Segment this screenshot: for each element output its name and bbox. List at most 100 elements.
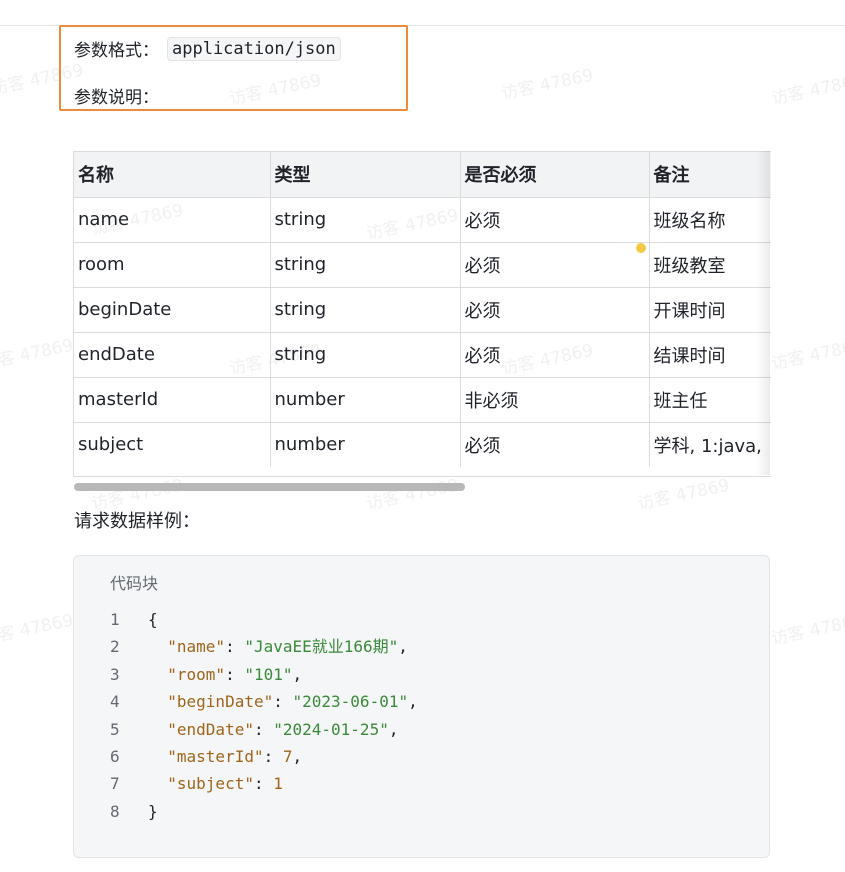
json-string: "101" [244,664,293,684]
watermark: 访客 47869 [364,475,461,515]
code-text: } [148,798,158,825]
table-row: subject number 必须 学科, 1:java, [74,422,771,467]
code-block-title: 代码块 [110,574,159,593]
table-cell: masterId [74,377,271,423]
json-punct: : [225,637,245,657]
table-cell: string [270,287,461,333]
watermark: 访客 47869 [499,65,596,105]
comment-marker-icon[interactable] [636,243,646,253]
table-row: room string 必须 班级教室 [74,242,771,288]
code-text: { [148,606,158,633]
watermark: 访客 47869 [769,610,845,650]
table-cell: endDate [74,332,271,378]
json-punct: , [292,747,303,766]
json-string: "2023-06-01" [292,692,409,712]
table-cell: 必须 [460,197,650,243]
table-cell: 学科, 1:java, [649,422,771,467]
line-number: 4 [110,692,120,712]
params-table-container: 名称 类型 是否必须 备注 name string 必须 班级名称 room s… [73,151,771,477]
table-cell: 班级教室 [649,242,771,288]
table-cell: 必须 [460,242,650,288]
param-format-label: 参数格式： [74,41,159,61]
json-number: 7 [282,747,293,766]
json-punct: : [263,747,283,766]
json-punct [148,665,167,684]
table-cell: 必须 [460,422,650,467]
watermark: 访客 47869 [635,475,732,515]
table-cell: 班主任 [649,377,771,423]
code-text: "room": "101", [148,661,302,688]
table-cell: 开课时间 [649,287,771,333]
json-punct: : [253,774,274,794]
line-number: 8 [110,801,120,821]
table-cell: string [270,197,461,243]
table-row: name string 必须 班级名称 [74,197,771,243]
column-header: 备注 [649,152,771,198]
table-cell: 必须 [460,332,650,378]
json-punct [148,720,167,739]
json-punct: : [253,719,274,739]
json-key: "name" [167,637,226,657]
code-text: "masterId": 7, [148,743,302,770]
column-header: 是否必须 [460,152,650,198]
param-format-row: 参数格式： application/json [74,36,341,61]
table-cell: 结课时间 [649,332,771,378]
table-cell: string [270,242,461,288]
code-text: "subject": 1 [148,770,283,797]
table-cell: beginDate [74,287,271,333]
code-text: "endDate": "2024-01-25", [148,716,398,743]
json-key: "room" [167,664,226,684]
watermark: 访客 47869 [769,70,845,110]
table-header-row: 名称 类型 是否必须 备注 [74,152,771,198]
param-desc-row: 参数说明： [74,83,159,108]
json-key: "endDate" [167,719,254,739]
param-desc-label: 参数说明： [74,88,159,108]
json-punct: { [148,610,158,629]
json-punct [148,692,167,711]
json-punct: , [388,719,399,739]
json-key: "beginDate" [167,692,274,712]
json-key: "masterId" [167,747,264,766]
table-horizontal-scrollbar[interactable] [74,483,465,491]
table-cell: room [74,242,271,288]
example-heading: 请求数据样例： [74,511,200,532]
json-punct: , [398,637,408,657]
table-cell: 非必须 [460,377,650,423]
table-row: beginDate string 必须 开课时间 [74,287,771,333]
table-row: masterId number 非必须 班主任 [74,377,771,423]
code-block: 代码块 1 {2 "name": "JavaEE就业166期", 3 "room":… [73,555,770,858]
json-punct: , [408,692,418,712]
line-number: 3 [110,664,120,684]
watermark: 访客 47869 [0,335,76,375]
param-format-value: application/json [167,36,341,61]
json-punct: , [292,664,303,684]
code-text: "name": "JavaEE就业166期", [148,633,408,660]
column-header: 类型 [270,152,461,198]
json-number: 1 [273,774,283,794]
line-number: 5 [110,719,120,739]
table-cell: 班级名称 [649,197,771,243]
line-number: 6 [110,747,120,766]
json-punct: } [148,801,158,821]
json-punct [148,747,167,766]
line-number: 1 [110,610,120,629]
column-header: 名称 [74,152,271,198]
line-number: 2 [110,637,120,657]
json-string: "2024-01-25" [273,719,389,739]
json-punct [148,637,167,656]
json-punct: : [273,692,293,712]
table-cell: subject [74,422,271,467]
json-key: "subject" [167,774,254,794]
table-overflow-shadow [756,151,770,475]
table-cell: number [270,422,461,467]
line-number: 7 [110,774,120,794]
table-cell: name [74,197,271,243]
json-string: "JavaEE就业166期" [244,637,399,657]
watermark: 访客 47869 [769,335,845,375]
table-cell: 必须 [460,287,650,333]
table-cell: number [270,377,461,423]
table-row: endDate string 必须 结课时间 [74,332,771,378]
params-table: 名称 类型 是否必须 备注 name string 必须 班级名称 room s… [74,152,771,467]
code-text: "beginDate": "2023-06-01", [148,688,418,715]
json-punct: : [225,664,245,684]
